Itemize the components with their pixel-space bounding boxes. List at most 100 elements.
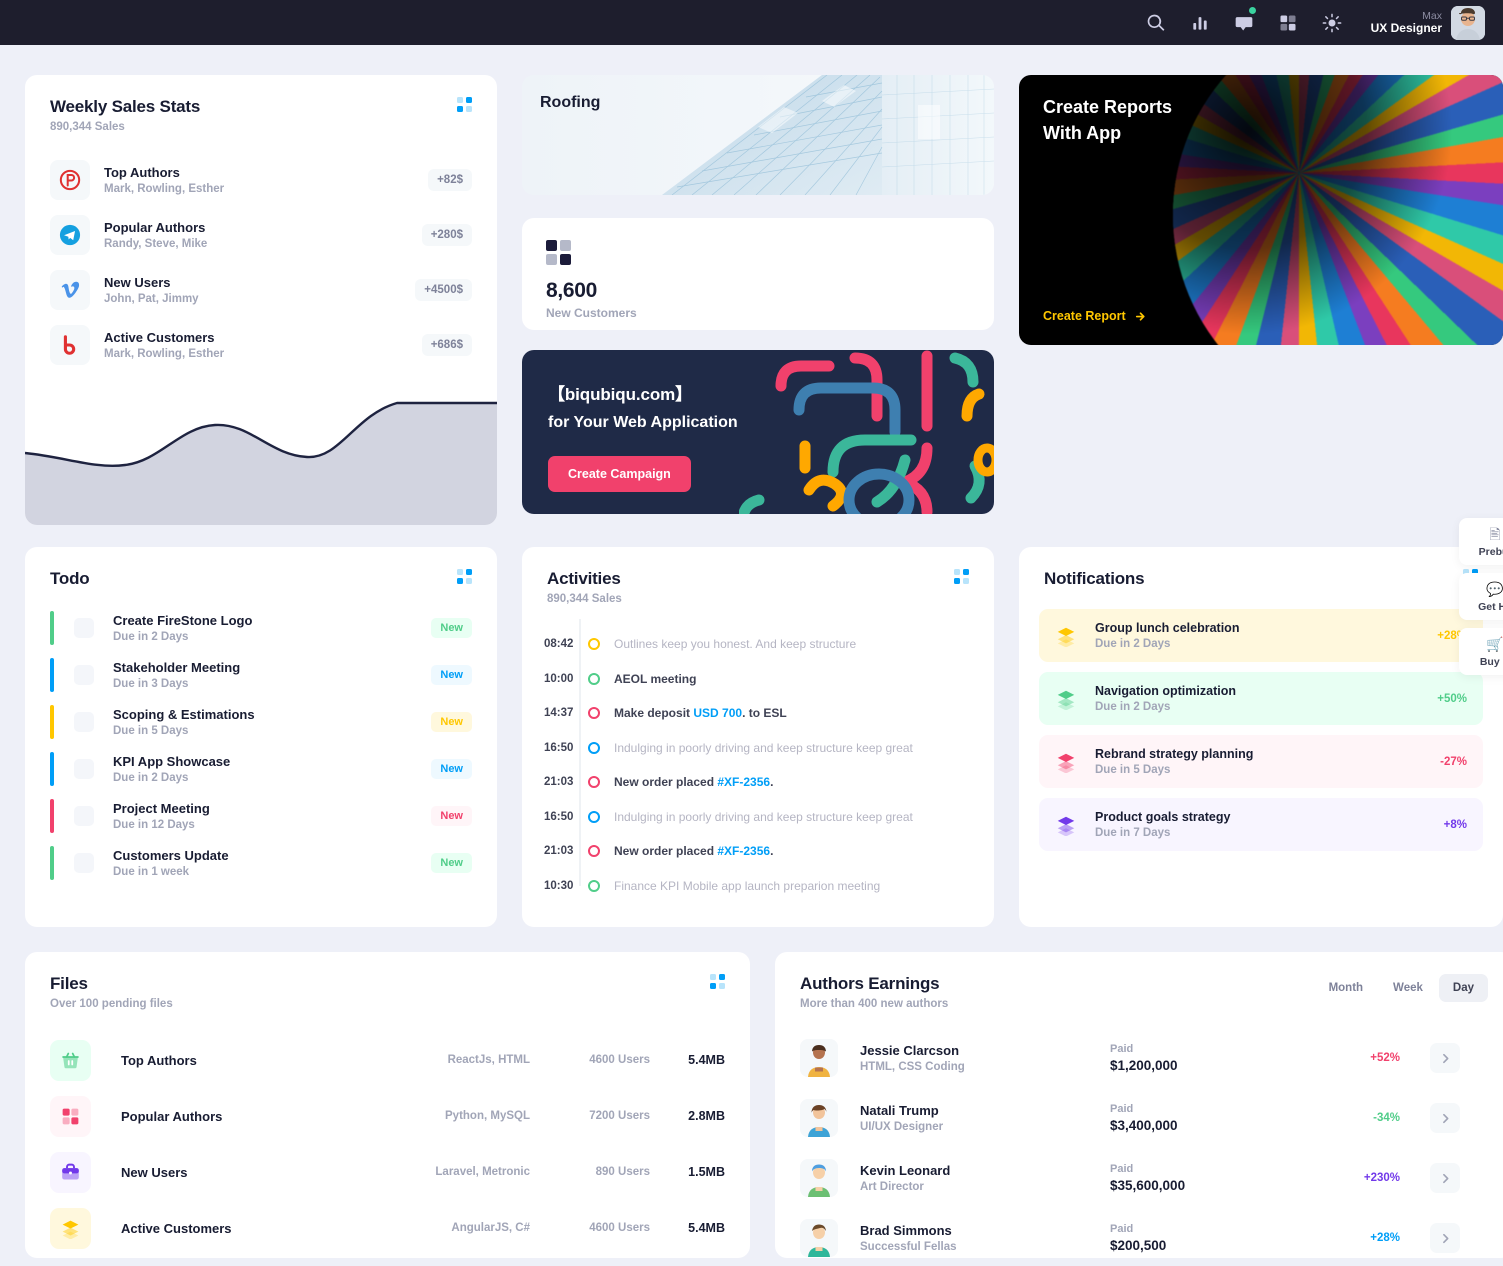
table-row[interactable]: Brad Simmons Successful Fellas Paid $200… (800, 1208, 1488, 1258)
list-item[interactable]: Group lunch celebration Due in 2 Days +2… (1039, 609, 1483, 662)
list-item[interactable]: Navigation optimization Due in 2 Days +5… (1039, 672, 1483, 725)
list-item[interactable]: Active Customers Mark, Rowling, Esther +… (50, 325, 472, 365)
file-users: 7200 Users (589, 1110, 650, 1122)
row-detail-button[interactable] (1430, 1043, 1460, 1073)
earnings-title: Authors Earnings (800, 974, 940, 993)
layers-icon (1057, 816, 1075, 836)
roofing-card[interactable]: Roofing (522, 75, 994, 195)
todo-text: Customers Update Due in 1 week (113, 848, 431, 878)
activity-text: Finance KPI Mobile app launch preparion … (614, 878, 881, 893)
list-item[interactable]: Rebrand strategy planning Due in 5 Days … (1039, 735, 1483, 788)
list-item[interactable]: 10:00 AEOL meeting (544, 662, 969, 697)
table-row[interactable] (50, 1256, 725, 1258)
status-badge: New (431, 618, 472, 638)
list-item-text: New Users John, Pat, Jimmy (104, 275, 415, 305)
chevron-right-icon (1442, 1113, 1448, 1123)
create-campaign-button[interactable]: Create Campaign (548, 456, 691, 492)
list-item[interactable]: KPI App Showcase Due in 2 Days New (50, 752, 472, 786)
bar-chart-icon[interactable] (1189, 12, 1211, 34)
author-info: Kevin Leonard Art Director (860, 1163, 1110, 1193)
todo-checkbox[interactable] (74, 712, 94, 732)
avatar[interactable] (1451, 5, 1485, 40)
list-item[interactable]: Popular Authors Randy, Steve, Mike +280$ (50, 215, 472, 255)
list-item[interactable]: 21:03 New order placed #XF-2356. (544, 765, 969, 800)
list-item[interactable]: 16:50 Indulging in poorly driving and ke… (544, 731, 969, 766)
list-item[interactable]: Project Meeting Due in 12 Days New (50, 799, 472, 833)
chat-icon[interactable] (1233, 6, 1256, 34)
todo-checkbox[interactable] (74, 759, 94, 779)
author-paid: Paid $1,200,000 (1110, 1043, 1320, 1073)
table-row[interactable]: Active Customers AngularJS, C# 4600 User… (50, 1200, 725, 1256)
list-item[interactable]: 21:03 New order placed #XF-2356. (544, 834, 969, 869)
tab-day[interactable]: Day (1438, 974, 1488, 1002)
user-menu[interactable]: Max UX Designer (1371, 5, 1485, 40)
grid-widget-icon[interactable] (954, 569, 969, 584)
buy-now-button[interactable]: 🛒 Buy N (1459, 628, 1503, 675)
table-row[interactable]: Kevin Leonard Art Director Paid $35,600,… (800, 1148, 1488, 1208)
grid-widget-icon[interactable] (457, 97, 472, 112)
activity-text: Indulging in poorly driving and keep str… (614, 740, 913, 755)
activity-time: 14:37 (544, 707, 574, 720)
activity-link[interactable]: USD 700 (693, 706, 742, 720)
list-item[interactable]: New Users John, Pat, Jimmy +4500$ (50, 270, 472, 310)
todo-checkbox[interactable] (74, 618, 94, 638)
author-info: Natali Trump UI/UX Designer (860, 1103, 1110, 1133)
row-detail-button[interactable] (1430, 1103, 1460, 1133)
table-row[interactable]: Jessie Clarcson HTML, CSS Coding Paid $1… (800, 1028, 1488, 1088)
todo-item-due: Due in 3 Days (113, 678, 189, 690)
item-name: New Users (104, 275, 171, 290)
list-item[interactable]: 10:30 Finance KPI Mobile app launch prep… (544, 869, 969, 904)
activity-text: New order placed #XF-2356. (614, 775, 773, 789)
list-item[interactable]: Stakeholder Meeting Due in 3 Days New (50, 658, 472, 692)
prebuilt-button[interactable]: 🖹 Prebui (1459, 518, 1503, 565)
brightness-icon[interactable] (1321, 12, 1343, 34)
user-info: Max UX Designer (1371, 10, 1442, 36)
row-bottom: Files Over 100 pending files Top Authors… (25, 952, 1503, 1258)
apps-grid-icon[interactable] (1277, 12, 1299, 34)
list-item[interactable]: Scoping & Estimations Due in 5 Days New (50, 705, 472, 739)
file-name: New Users (121, 1164, 188, 1180)
todo-checkbox[interactable] (74, 806, 94, 826)
todo-checkbox[interactable] (74, 853, 94, 873)
table-row[interactable]: Natali Trump UI/UX Designer Paid $3,400,… (800, 1088, 1488, 1148)
status-badge: +686$ (421, 334, 472, 356)
bubble-artwork (1173, 75, 1503, 345)
search-icon[interactable] (1145, 12, 1167, 34)
grid-widget-icon[interactable] (457, 569, 472, 584)
list-item[interactable]: Top Authors Mark, Rowling, Esther +82$ (50, 160, 472, 200)
activity-link[interactable]: #XF-2356 (717, 775, 770, 789)
list-item[interactable]: Product goals strategy Due in 7 Days +8% (1039, 798, 1483, 851)
activity-text-post: . to ESL (742, 706, 787, 721)
todo-item-title: Project Meeting (113, 801, 210, 816)
row-detail-button[interactable] (1430, 1223, 1460, 1253)
tab-week[interactable]: Week (1379, 974, 1437, 1002)
get-help-button[interactable]: 💬 Get He (1459, 573, 1503, 620)
create-report-link[interactable]: Create Report (1043, 309, 1147, 323)
table-row[interactable]: Popular Authors Python, MySQL 7200 Users… (50, 1088, 725, 1144)
table-row[interactable]: New Users Laravel, Metronic 890 Users 1.… (50, 1144, 725, 1200)
list-item[interactable]: 08:42 Outlines keep you honest. And keep… (544, 627, 969, 662)
list-item[interactable]: Create FireStone Logo Due in 2 Days New (50, 611, 472, 645)
todo-item-due: Due in 12 Days (113, 819, 195, 831)
tab-month[interactable]: Month (1315, 974, 1377, 1002)
author-name: Brad Simmons (860, 1223, 952, 1238)
grid-icon (50, 1095, 91, 1137)
todo-checkbox[interactable] (74, 665, 94, 685)
list-item[interactable]: Customers Update Due in 1 week New (50, 846, 472, 880)
author-name: Jessie Clarcson (860, 1043, 960, 1058)
building-illustration (522, 75, 994, 195)
list-item[interactable]: 14:37 Make deposit USD 700. to ESL (544, 696, 969, 731)
middle-column: Roofing 8,600 New Customers 【biqubiqu.co… (522, 75, 994, 525)
list-item[interactable]: 16:50 Indulging in poorly driving and ke… (544, 800, 969, 835)
file-tech: Laravel, Metronic (435, 1166, 530, 1178)
row-detail-button[interactable] (1430, 1163, 1460, 1193)
paid-amount: $200,500 (1110, 1238, 1167, 1253)
activity-link[interactable]: #XF-2356 (717, 844, 770, 858)
top-header: Max UX Designer (0, 0, 1503, 45)
table-row[interactable]: Top Authors ReactJs, HTML 4600 Users 5.4… (50, 1032, 725, 1088)
activity-time: 16:50 (544, 810, 574, 823)
activities-subtitle: 890,344 Sales (547, 593, 622, 605)
activity-text-pre: New order placed (614, 775, 718, 790)
author-percent: +28% (1370, 1232, 1400, 1244)
grid-widget-icon[interactable] (710, 974, 725, 989)
